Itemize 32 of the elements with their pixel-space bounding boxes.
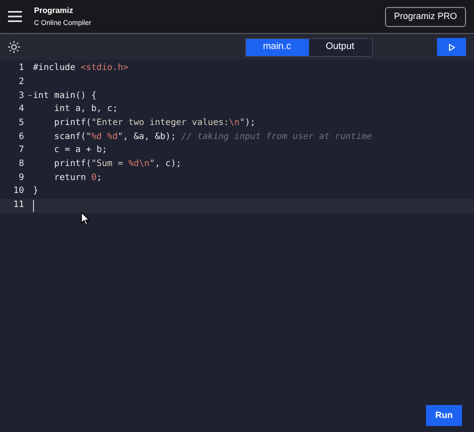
- play-button[interactable]: [437, 38, 466, 56]
- line-number: 5: [18, 117, 24, 130]
- code-line: return 0;: [53, 172, 102, 185]
- editor-tab[interactable]: main.c: [246, 38, 308, 56]
- code-line: int a, b, c;: [53, 103, 118, 116]
- code-line: printf("Sum = %d\n", c);: [53, 158, 182, 172]
- line-number: 9: [18, 172, 24, 185]
- code-line: printf("Enter two integer values:\n");: [53, 117, 256, 130]
- code-line: scanf("%d %d", &a, &b); // taking input from user at runtime: [53, 130, 372, 144]
- line-number: 7: [18, 144, 24, 158]
- line-number: 3: [18, 90, 24, 103]
- line-number: 1: [18, 62, 24, 76]
- code-line: #include <stdio.h>: [33, 62, 128, 76]
- code-line: c = a + b;: [53, 144, 108, 158]
- pro-button[interactable]: Programiz PRO: [384, 6, 466, 26]
- line-number: 8: [18, 158, 24, 172]
- editor-tab[interactable]: Output: [308, 38, 372, 56]
- line-number: 11: [13, 199, 24, 212]
- line-number: 4: [18, 103, 24, 116]
- fold-icon[interactable]: [28, 95, 32, 98]
- line-number: 2: [18, 76, 24, 89]
- code-line: int main() {: [33, 90, 97, 103]
- mouse-pointer-icon: [81, 212, 90, 226]
- text-cursor: [33, 200, 34, 212]
- line-number: 6: [18, 130, 24, 144]
- play-icon: [448, 44, 454, 50]
- run-button[interactable]: Run: [426, 405, 462, 426]
- line-number: 10: [13, 185, 24, 198]
- sun-icon[interactable]: [8, 41, 20, 53]
- code-line: }: [33, 185, 38, 198]
- brand-logo[interactable]: Programiz: [34, 6, 92, 14]
- menu-icon[interactable]: [8, 11, 22, 22]
